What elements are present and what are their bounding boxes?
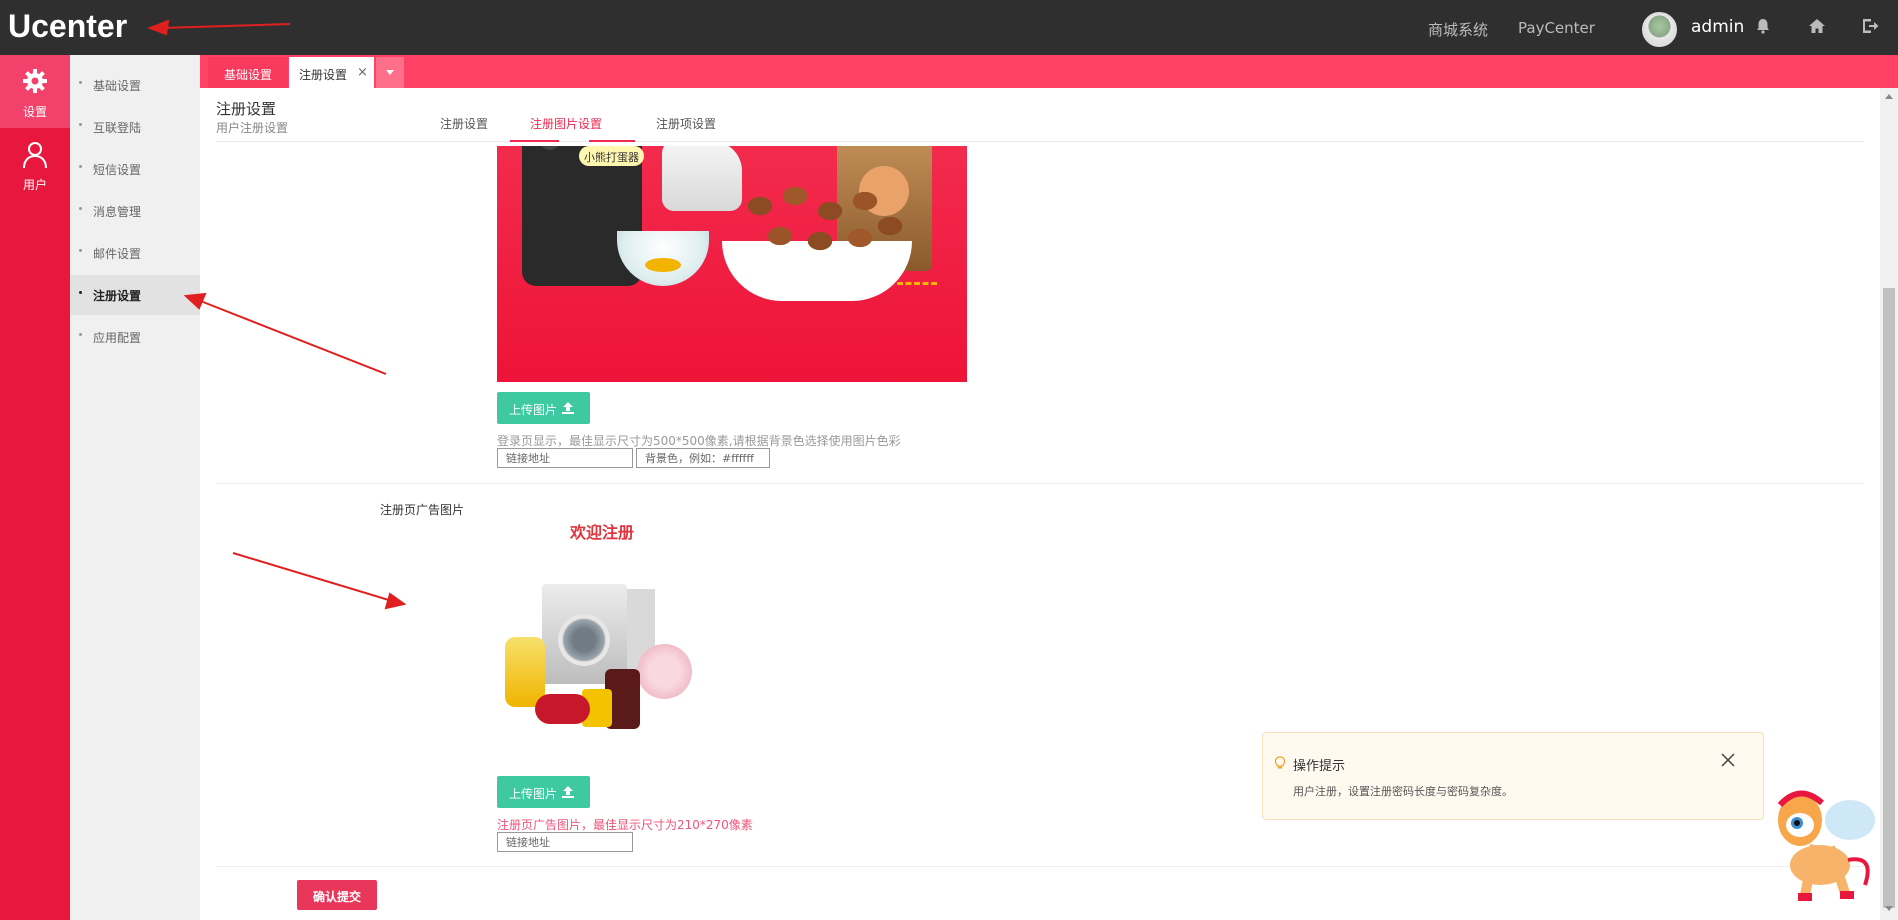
rail-label-users: 用户 (22, 178, 47, 192)
top-bar: Ucenter 商城系统 PayCenter admin (0, 0, 1898, 55)
scroll-up-icon[interactable] (1885, 94, 1893, 99)
upload-button-label: 上传图片 (509, 403, 558, 417)
sidebar: 基础设置 互联登陆 短信设置 消息管理 邮件设置 注册设置 应用配置 (70, 55, 200, 920)
register-ad-image: 欢迎注册 (497, 519, 707, 789)
subtab-active-underline-left (510, 140, 559, 142)
subtab-register-settings[interactable]: 注册设置 (440, 115, 488, 132)
avatar[interactable] (1642, 12, 1677, 47)
tab-basic-settings[interactable]: 基础设置 (208, 57, 288, 88)
tab-register-settings[interactable]: 注册设置 × (289, 57, 374, 88)
page-title: 注册设置 (216, 100, 277, 118)
tab-label: 注册设置 (299, 68, 348, 82)
login-bgcolor-input[interactable] (636, 448, 770, 468)
ad-image-link-input[interactable] (497, 832, 633, 852)
header-divider (216, 141, 1864, 142)
tip-title: 操作提示 (1293, 759, 1346, 774)
login-image-hint: 登录页显示，最佳显示尺寸为500*500像素,请根据背景色选择使用图片色彩 (497, 434, 901, 448)
scroll-down-icon[interactable] (1885, 906, 1893, 911)
top-link-paycenter[interactable]: PayCenter (1518, 19, 1595, 37)
sidebar-item-apps[interactable]: 应用配置 (70, 317, 200, 357)
sidebar-item-basic[interactable]: 基础设置 (70, 65, 200, 105)
sidebar-item-label: 短信设置 (93, 163, 142, 177)
sidebar-item-label: 基础设置 (93, 79, 142, 93)
sidebar-item-label: 应用配置 (93, 331, 142, 345)
lightbulb-icon (1274, 756, 1286, 769)
rail-item-settings[interactable]: 设置 (0, 55, 70, 128)
home-icon[interactable] (1807, 16, 1827, 36)
banner-tag: 小熊打蛋器 (579, 146, 644, 166)
upload-icon (562, 402, 574, 414)
submit-button[interactable]: 确认提交 (297, 880, 377, 910)
login-image-link-input[interactable] (497, 448, 633, 468)
sidebar-item-sms[interactable]: 短信设置 (70, 149, 200, 189)
gear-icon (23, 69, 47, 93)
close-icon[interactable] (1719, 751, 1737, 769)
operation-tip-popup: 操作提示 用户注册，设置注册密码长度与密码复杂度。 (1262, 732, 1764, 820)
upload-login-image-button[interactable]: 上传图片 (497, 392, 590, 424)
subtab-register-fields[interactable]: 注册项设置 (656, 115, 716, 132)
mascot-horse-icon[interactable] (1760, 785, 1880, 910)
chevron-down-icon (386, 70, 394, 75)
subtab-register-images[interactable]: 注册图片设置 (530, 115, 602, 132)
tab-strip: 基础设置 注册设置 × (200, 55, 1898, 88)
sidebar-item-label: 互联登陆 (93, 121, 142, 135)
upload-ad-image-button[interactable]: 上传图片 (497, 776, 590, 808)
app-logo[interactable]: Ucenter (8, 8, 127, 45)
subtab-active-underline-right (589, 140, 635, 142)
sidebar-item-label: 注册设置 (93, 289, 142, 303)
sidebar-item-connect-login[interactable]: 互联登陆 (70, 107, 200, 147)
section-divider (216, 866, 1864, 867)
tab-dropdown-button[interactable] (376, 57, 404, 88)
rail-label-settings: 设置 (22, 105, 47, 119)
upload-icon (562, 786, 574, 798)
ad-image-row-label: 注册页广告图片 (380, 503, 465, 517)
sidebar-item-register[interactable]: 注册设置 (70, 275, 200, 315)
top-link-mall[interactable]: 商城系统 (1428, 19, 1488, 40)
ad-image-hint: 注册页广告图片，最佳显示尺寸为210*270像素 (497, 818, 753, 832)
upload-button-label: 上传图片 (509, 787, 558, 801)
user-icon (23, 142, 47, 169)
login-page-image: 小熊打蛋器 (497, 146, 967, 382)
logout-icon[interactable] (1860, 16, 1880, 36)
close-icon[interactable]: × (357, 65, 368, 80)
section-divider (216, 483, 1864, 484)
tip-body: 用户注册，设置注册密码长度与密码复杂度。 (1293, 785, 1513, 798)
ad-image-title: 欢迎注册 (569, 523, 634, 542)
sidebar-item-email[interactable]: 邮件设置 (70, 233, 200, 273)
rail-item-users[interactable]: 用户 (0, 128, 70, 201)
username[interactable]: admin (1691, 17, 1744, 37)
sidebar-item-label: 消息管理 (93, 205, 142, 219)
scrollbar-thumb[interactable] (1883, 288, 1895, 908)
sidebar-item-label: 邮件设置 (93, 247, 142, 261)
sidebar-item-messages[interactable]: 消息管理 (70, 191, 200, 231)
vertical-scrollbar[interactable] (1880, 88, 1898, 920)
icon-rail: 设置 用户 (0, 55, 70, 920)
page-subtitle: 用户注册设置 (216, 121, 289, 135)
bell-icon[interactable] (1753, 16, 1773, 36)
